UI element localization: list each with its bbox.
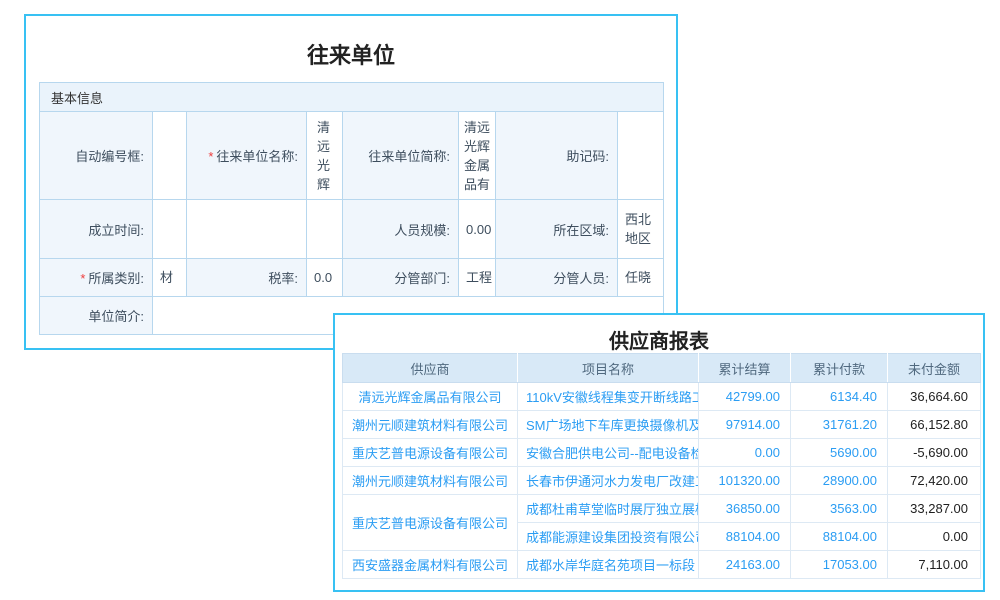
required-marker: *: [80, 271, 85, 286]
settled-value[interactable]: 42799.00: [699, 383, 791, 411]
category-label: *所属类别:: [40, 259, 153, 297]
table-row: 重庆艺普电源设备有限公司 成都杜甫草堂临时展厅独立展柜 36850.00 356…: [343, 495, 981, 523]
form-panel-title: 往来单位: [26, 16, 676, 82]
unit-name-label: *往来单位名称:: [187, 112, 307, 200]
region-label: 所在区域:: [496, 200, 618, 259]
basic-info-table: 基本信息 自动编号框: *往来单位名称: 清远光辉 往来单位简称: 清远光辉金属…: [39, 82, 664, 335]
category-field[interactable]: 材: [153, 259, 187, 297]
empty-cell[interactable]: [307, 200, 343, 259]
settled-value[interactable]: 101320.00: [699, 467, 791, 495]
unpaid-value: 0.00: [888, 523, 981, 551]
staff-size-label: 人员规模:: [343, 200, 459, 259]
unpaid-value: 72,420.00: [888, 467, 981, 495]
empty-cell[interactable]: [187, 200, 307, 259]
project-link[interactable]: 成都水岸华庭名苑项目一标段: [518, 551, 699, 579]
project-link[interactable]: 长春市伊通河水力发电厂改建工程: [518, 467, 699, 495]
unpaid-value: 7,110.00: [888, 551, 981, 579]
paid-value[interactable]: 31761.20: [791, 411, 888, 439]
project-link[interactable]: 安徽合肥供电公司--配电设备检修: [518, 439, 699, 467]
table-row: 西安盛器金属材料有限公司 成都水岸华庭名苑项目一标段 24163.00 1705…: [343, 551, 981, 579]
auto-number-field[interactable]: [153, 112, 187, 200]
table-row: 潮州元顺建筑材料有限公司 SM广场地下车库更换摄像机及硬盘 97914.00 3…: [343, 411, 981, 439]
mnemonic-label: 助记码:: [496, 112, 618, 200]
section-header-basic-info: 基本信息: [40, 83, 664, 112]
project-link[interactable]: 成都杜甫草堂临时展厅独立展柜: [518, 495, 699, 523]
supplier-link[interactable]: 重庆艺普电源设备有限公司: [343, 439, 518, 467]
paid-value[interactable]: 28900.00: [791, 467, 888, 495]
report-header-row: 供应商 项目名称 累计结算 累计付款 未付金额: [343, 354, 981, 383]
unpaid-value: 66,152.80: [888, 411, 981, 439]
required-marker: *: [208, 149, 213, 164]
supplier-link[interactable]: 潮州元顺建筑材料有限公司: [343, 411, 518, 439]
paid-value[interactable]: 5690.00: [791, 439, 888, 467]
table-row: 清远光辉金属品有限公司 110kV安徽线程集变开断线路工程 42799.00 6…: [343, 383, 981, 411]
col-header-paid: 累计付款: [791, 354, 888, 383]
manager-field[interactable]: 任晓: [618, 259, 664, 297]
founded-field[interactable]: [153, 200, 187, 259]
unpaid-value: -5,690.00: [888, 439, 981, 467]
settled-value[interactable]: 24163.00: [699, 551, 791, 579]
supplier-link-merged[interactable]: 重庆艺普电源设备有限公司: [343, 495, 518, 551]
tax-rate-label: 税率:: [187, 259, 307, 297]
col-header-supplier: 供应商: [343, 354, 518, 383]
col-header-settled: 累计结算: [699, 354, 791, 383]
unpaid-value: 33,287.00: [888, 495, 981, 523]
business-unit-form-panel: 往来单位 基本信息 自动编号框: *往来单位名称: 清远光辉 往来单位简称: 清…: [24, 14, 678, 350]
paid-value[interactable]: 6134.40: [791, 383, 888, 411]
unit-name-field[interactable]: 清远光辉: [307, 112, 343, 200]
project-link[interactable]: 成都能源建设集团投资有限公司: [518, 523, 699, 551]
paid-value[interactable]: 88104.00: [791, 523, 888, 551]
short-name-field[interactable]: 清远光辉金属品有: [459, 112, 496, 200]
project-link[interactable]: 110kV安徽线程集变开断线路工程: [518, 383, 699, 411]
settled-value[interactable]: 36850.00: [699, 495, 791, 523]
report-panel-title: 供应商报表: [335, 315, 983, 353]
table-row: 重庆艺普电源设备有限公司 安徽合肥供电公司--配电设备检修 0.00 5690.…: [343, 439, 981, 467]
settled-value[interactable]: 88104.00: [699, 523, 791, 551]
paid-value[interactable]: 17053.00: [791, 551, 888, 579]
department-label: 分管部门:: [343, 259, 459, 297]
settled-value[interactable]: 0.00: [699, 439, 791, 467]
short-name-label: 往来单位简称:: [343, 112, 459, 200]
table-row: 潮州元顺建筑材料有限公司 长春市伊通河水力发电厂改建工程 101320.00 2…: [343, 467, 981, 495]
supplier-report-table: 供应商 项目名称 累计结算 累计付款 未付金额 清远光辉金属品有限公司 110k…: [342, 353, 981, 579]
supplier-link[interactable]: 西安盛器金属材料有限公司: [343, 551, 518, 579]
intro-label: 单位简介:: [40, 297, 153, 335]
manager-label: 分管人员:: [496, 259, 618, 297]
settled-value[interactable]: 97914.00: [699, 411, 791, 439]
col-header-unpaid: 未付金额: [888, 354, 981, 383]
supplier-report-panel: 供应商报表 供应商 项目名称 累计结算 累计付款 未付金额 清远光辉金属品有限公…: [333, 313, 985, 592]
project-link[interactable]: SM广场地下车库更换摄像机及硬盘: [518, 411, 699, 439]
auto-number-label: 自动编号框:: [40, 112, 153, 200]
supplier-link[interactable]: 清远光辉金属品有限公司: [343, 383, 518, 411]
region-field[interactable]: 西北地区: [618, 200, 664, 259]
mnemonic-field[interactable]: [618, 112, 664, 200]
tax-rate-field[interactable]: 0.0: [307, 259, 343, 297]
paid-value[interactable]: 3563.00: [791, 495, 888, 523]
supplier-link[interactable]: 潮州元顺建筑材料有限公司: [343, 467, 518, 495]
col-header-project: 项目名称: [518, 354, 699, 383]
staff-size-field[interactable]: 0.00: [459, 200, 496, 259]
founded-label: 成立时间:: [40, 200, 153, 259]
unpaid-value: 36,664.60: [888, 383, 981, 411]
department-field[interactable]: 工程: [459, 259, 496, 297]
